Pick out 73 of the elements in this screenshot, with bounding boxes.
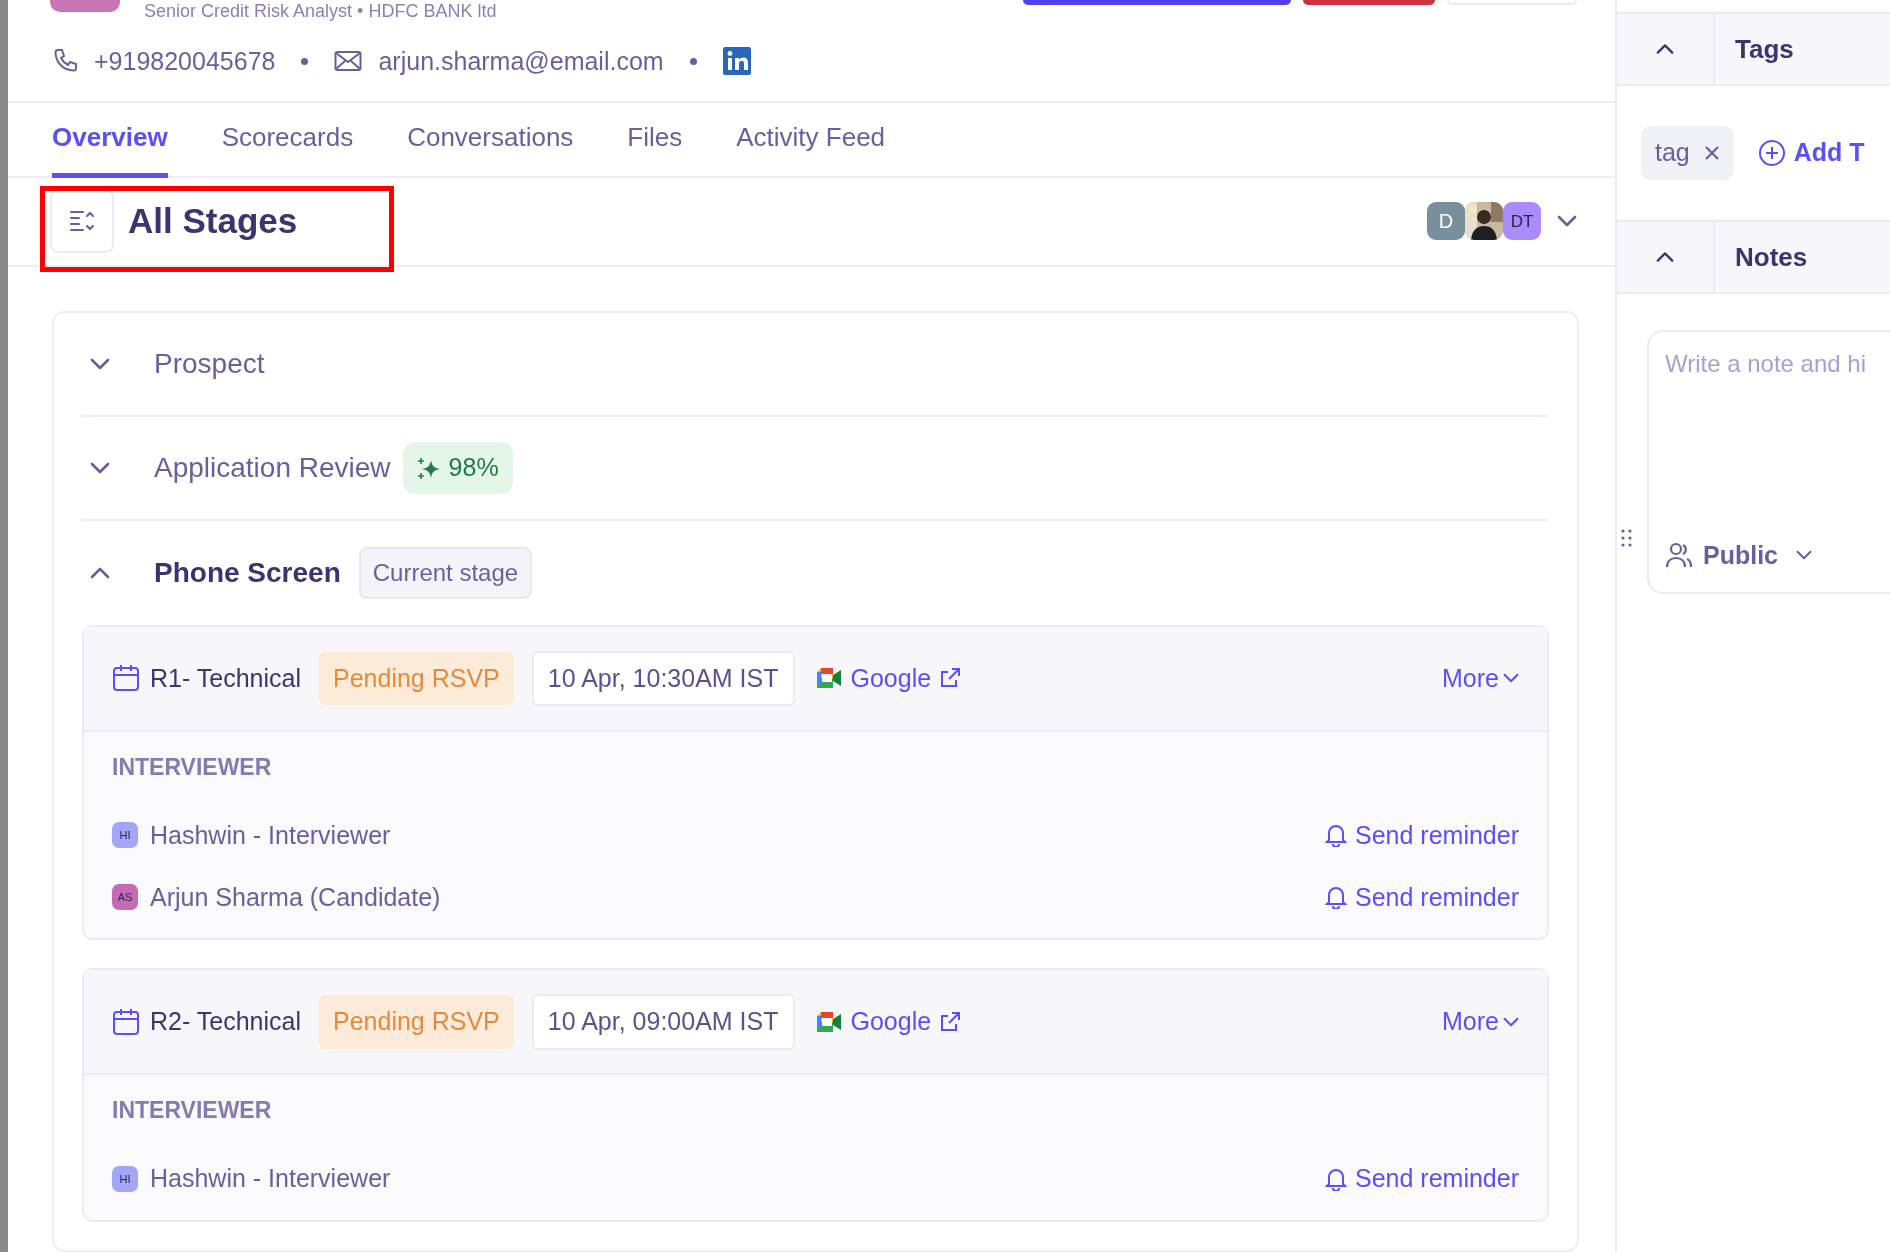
section-label: INTERVIEWER: [112, 753, 273, 782]
chevron-down-icon[interactable]: [90, 358, 110, 370]
chevron-up-icon[interactable]: [90, 567, 110, 579]
avatar: DT: [1503, 202, 1541, 241]
avatar: AS: [112, 884, 138, 911]
separator-dot: [689, 57, 697, 65]
chevron-up-icon[interactable]: [1656, 251, 1674, 263]
calendar-icon: [112, 1008, 140, 1036]
avatar: HI: [112, 1166, 138, 1192]
meeting-link[interactable]: Google: [814, 1003, 962, 1041]
interview-time: 10 Apr, 10:30AM IST: [531, 650, 795, 707]
tab[interactable]: Scorecards: [221, 102, 354, 178]
interview-time: 10 Apr, 09:00AM IST: [531, 994, 795, 1050]
status-badge: Pending RSVP: [319, 995, 514, 1049]
stage-badge: Current stage: [358, 547, 533, 599]
drag-handle-icon[interactable]: [1621, 529, 1633, 547]
section-title: All Stages: [128, 200, 298, 243]
panel-title: Tags: [1734, 32, 1794, 66]
external-link-icon: [939, 667, 962, 690]
send-reminder-button[interactable]: Send reminder: [1325, 1160, 1519, 1198]
avatar: [50, 0, 120, 12]
video-call-icon: [814, 667, 843, 690]
participant-name: Arjun Sharma (Candidate): [150, 881, 441, 913]
plus-circle-icon: [1757, 139, 1786, 167]
meeting-link[interactable]: Google: [814, 659, 962, 698]
dropdown-chevron-icon[interactable]: [1557, 215, 1577, 228]
phone-icon: [52, 48, 78, 75]
interview-title: R1- Technical: [150, 662, 301, 694]
calendar-icon: [112, 664, 140, 693]
chevron-down-icon[interactable]: [1503, 672, 1519, 685]
send-reminder-button[interactable]: Send reminder: [1325, 816, 1519, 855]
participant-name: Hashwin - Interviewer: [150, 819, 391, 851]
tab[interactable]: Overview: [52, 102, 168, 178]
chevron-down-icon[interactable]: [90, 462, 110, 474]
tab[interactable]: Files: [627, 102, 683, 178]
match-score: 98%: [402, 442, 513, 494]
external-link-icon: [939, 1011, 962, 1033]
tag-chip: tag: [1641, 126, 1734, 180]
note-field[interactable]: Write a note and hi Public: [1647, 330, 1890, 594]
stage-name[interactable]: Prospect: [154, 343, 265, 385]
tab[interactable]: Conversations: [407, 102, 574, 178]
avatar: D: [1427, 202, 1465, 241]
more-button[interactable]: More: [1442, 659, 1519, 698]
stage-name[interactable]: Application Review: [154, 447, 391, 489]
interview-title: R2- Technical: [150, 1006, 301, 1038]
linkedin-icon[interactable]: [722, 47, 751, 76]
video-call-icon: [814, 1011, 843, 1033]
status-badge: Pending RSVP: [319, 651, 514, 706]
mail-icon: [334, 50, 363, 73]
stage-list-button[interactable]: [50, 189, 114, 254]
send-reminder-button[interactable]: Send reminder: [1325, 878, 1519, 917]
add-tag-button[interactable]: Add T: [1757, 134, 1865, 172]
avatar: HI: [112, 822, 138, 849]
chevron-down-icon[interactable]: [1503, 1016, 1519, 1028]
email-address: arjun.sharma@email.com: [378, 45, 664, 77]
participant-name: Hashwin - Interviewer: [150, 1163, 391, 1195]
bell-icon: [1325, 885, 1347, 910]
stage-name[interactable]: Phone Screen: [154, 552, 341, 594]
tab[interactable]: Activity Feed: [736, 102, 886, 178]
section-label: INTERVIEWER: [112, 1096, 273, 1126]
bell-icon: [1325, 1167, 1347, 1191]
more-button[interactable]: More: [1442, 1003, 1519, 1041]
close-icon[interactable]: [1703, 145, 1720, 161]
phone-number: +919820045678: [94, 45, 276, 77]
chevron-up-icon[interactable]: [1656, 43, 1674, 55]
visibility-dropdown[interactable]: Public: [1665, 536, 1890, 574]
job-title: Senior Credit Risk Analyst • HDFC BANK ltd: [144, 0, 497, 22]
people-icon: [1665, 542, 1693, 569]
bell-icon: [1325, 823, 1347, 848]
separator-dot: [301, 57, 309, 65]
panel-title: Notes: [1734, 240, 1808, 274]
chevron-down-icon[interactable]: [1796, 549, 1812, 562]
sparkle-icon: [416, 456, 441, 480]
